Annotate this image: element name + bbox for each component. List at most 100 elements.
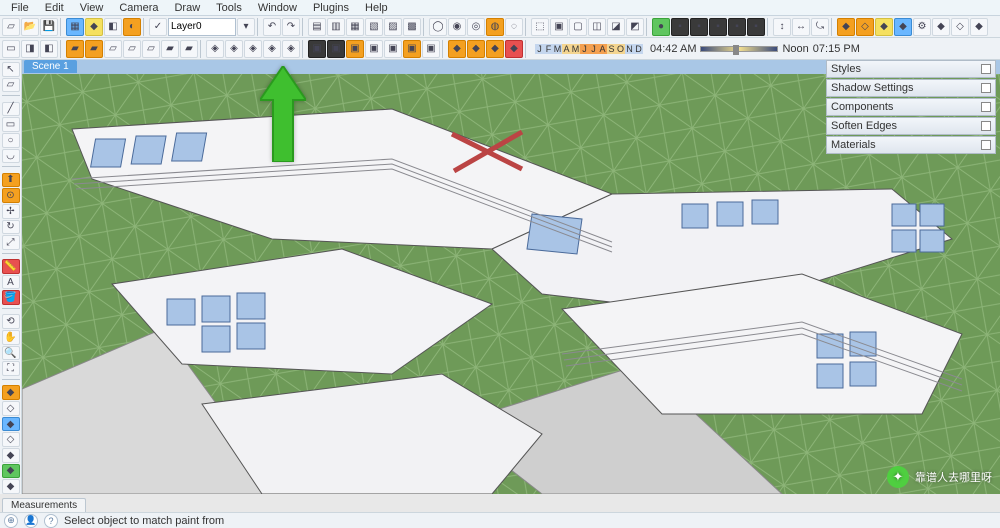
menu-draw[interactable]: Draw xyxy=(167,1,207,15)
month-cell[interactable]: A xyxy=(598,44,607,54)
menu-help[interactable]: Help xyxy=(358,1,395,15)
view-mode-icon[interactable]: ▩ xyxy=(403,18,421,36)
open-icon[interactable]: 📂 xyxy=(21,18,39,36)
menu-camera[interactable]: Camera xyxy=(112,1,165,15)
credits-icon[interactable]: 👤 xyxy=(24,514,38,528)
warehouse-icon[interactable]: ◇ xyxy=(856,18,874,36)
time-slider[interactable]: 04:42 AM Noon 07:15 PM xyxy=(650,43,860,55)
warehouse-icon[interactable]: ◆ xyxy=(875,18,893,36)
nav-icon[interactable]: ↕ xyxy=(773,18,791,36)
sandbox-icon[interactable]: ▰ xyxy=(66,40,84,58)
warehouse-icon[interactable]: ◆ xyxy=(837,18,855,36)
warehouse-icon[interactable]: ◇ xyxy=(951,18,969,36)
plugin-icon[interactable]: ◆ xyxy=(2,417,20,432)
redo-icon[interactable]: ↷ xyxy=(282,18,300,36)
gear-icon[interactable]: ⚙ xyxy=(913,18,931,36)
tool-icon[interactable]: ▦ xyxy=(66,18,84,36)
solid-icon[interactable]: ◈ xyxy=(282,40,300,58)
month-cell[interactable]: J xyxy=(589,44,598,54)
panel-header[interactable]: Soften Edges xyxy=(826,117,996,135)
menu-edit[interactable]: Edit xyxy=(38,1,71,15)
month-cell[interactable]: J xyxy=(535,44,544,54)
panel-toggle-icon[interactable] xyxy=(981,64,991,74)
solid-tool-icon[interactable]: ▣ xyxy=(384,40,402,58)
solid-tool-icon[interactable]: ▣ xyxy=(422,40,440,58)
month-cell[interactable]: J xyxy=(580,44,589,54)
style-icon[interactable]: ◉ xyxy=(448,18,466,36)
plugin-icon[interactable]: ◇ xyxy=(2,401,20,416)
measurements-tab[interactable]: Measurements xyxy=(2,498,86,512)
panel-header[interactable]: Styles xyxy=(826,60,996,78)
solid-icon[interactable]: ◈ xyxy=(206,40,224,58)
zoom-icon[interactable]: 🔍 xyxy=(2,346,20,361)
panel-toggle-icon[interactable] xyxy=(981,83,991,93)
view-mode-icon[interactable]: ▤ xyxy=(308,18,326,36)
solid-icon[interactable]: ◈ xyxy=(225,40,243,58)
move-icon[interactable]: ✢ xyxy=(2,204,20,219)
menu-window[interactable]: Window xyxy=(251,1,304,15)
section-icon[interactable]: ◨ xyxy=(21,40,39,58)
style-icon[interactable]: ◯ xyxy=(429,18,447,36)
plugin-icon[interactable]: ▪ xyxy=(671,18,689,36)
plugin-icon[interactable]: ▪ xyxy=(709,18,727,36)
plugin-icon[interactable]: ▪ xyxy=(728,18,746,36)
solid-icon[interactable]: ◈ xyxy=(244,40,262,58)
plugin-icon[interactable]: ● xyxy=(652,18,670,36)
month-cell[interactable]: F xyxy=(544,44,553,54)
panel-header[interactable]: Shadow Settings xyxy=(826,79,996,97)
solid-tool-icon[interactable]: ▣ xyxy=(308,40,326,58)
pushpull-icon[interactable]: ⬆ xyxy=(2,173,20,188)
panel-toggle-icon[interactable] xyxy=(981,140,991,150)
select-icon[interactable]: ↖ xyxy=(2,62,20,77)
iso-view-icon[interactable]: ⬚ xyxy=(531,18,549,36)
plugin-icon[interactable]: ◆ xyxy=(2,385,20,400)
plugin-icon[interactable]: ◆ xyxy=(2,448,20,463)
pan-icon[interactable]: ✋ xyxy=(2,330,20,345)
line-icon[interactable]: ╱ xyxy=(2,102,20,117)
month-cell[interactable]: M xyxy=(571,44,580,54)
left-view-icon[interactable]: ◩ xyxy=(626,18,644,36)
panel-toggle-icon[interactable] xyxy=(981,102,991,112)
menu-view[interactable]: View xyxy=(73,1,111,15)
geo-icon[interactable]: ⊕ xyxy=(4,514,18,528)
view-mode-icon[interactable]: ▨ xyxy=(384,18,402,36)
rotate-icon[interactable]: ↻ xyxy=(2,220,20,235)
eraser-icon[interactable]: ▱ xyxy=(2,78,20,93)
menu-file[interactable]: File xyxy=(4,1,36,15)
back-view-icon[interactable]: ◪ xyxy=(607,18,625,36)
sandbox-icon[interactable]: ▰ xyxy=(180,40,198,58)
nav-icon[interactable]: ↔ xyxy=(792,18,810,36)
circle-icon[interactable]: ○ xyxy=(2,133,20,148)
menu-tools[interactable]: Tools xyxy=(209,1,249,15)
view-mode-icon[interactable]: ▦ xyxy=(346,18,364,36)
sandbox-icon[interactable]: ▰ xyxy=(161,40,179,58)
panel-header[interactable]: Materials xyxy=(826,136,996,154)
warehouse-icon[interactable]: ◆ xyxy=(894,18,912,36)
panel-header[interactable]: Components xyxy=(826,98,996,116)
plugin-icon[interactable]: ▪ xyxy=(747,18,765,36)
month-cell[interactable]: M xyxy=(553,44,562,54)
month-cell[interactable]: N xyxy=(625,44,634,54)
solid-tool-icon[interactable]: ▣ xyxy=(327,40,345,58)
rectangle-icon[interactable]: ▭ xyxy=(2,117,20,132)
undo-icon[interactable]: ↶ xyxy=(263,18,281,36)
paint-icon[interactable]: 🪣 xyxy=(2,290,20,305)
layer-select[interactable] xyxy=(168,18,236,36)
plugin-icon[interactable]: ◆ xyxy=(448,40,466,58)
view-mode-icon[interactable]: ▥ xyxy=(327,18,345,36)
style-icon[interactable]: ◌ xyxy=(505,18,523,36)
panel-toggle-icon[interactable] xyxy=(981,121,991,131)
tool-icon[interactable]: ◆ xyxy=(85,18,103,36)
offset-icon[interactable]: ⊙ xyxy=(2,188,20,203)
tool-icon[interactable]: ◧ xyxy=(104,18,122,36)
plugin-icon[interactable]: ◆ xyxy=(467,40,485,58)
tool-icon[interactable]: ◐ xyxy=(123,18,141,36)
sandbox-icon[interactable]: ▱ xyxy=(142,40,160,58)
month-cell[interactable]: D xyxy=(634,44,643,54)
month-cell[interactable]: O xyxy=(616,44,625,54)
plugin-icon[interactable]: ◆ xyxy=(2,479,20,494)
month-cell[interactable]: S xyxy=(607,44,616,54)
tape-icon[interactable]: 📏 xyxy=(2,259,20,274)
warehouse-icon[interactable]: ◆ xyxy=(932,18,950,36)
nav-icon[interactable]: ⤿ xyxy=(811,18,829,36)
